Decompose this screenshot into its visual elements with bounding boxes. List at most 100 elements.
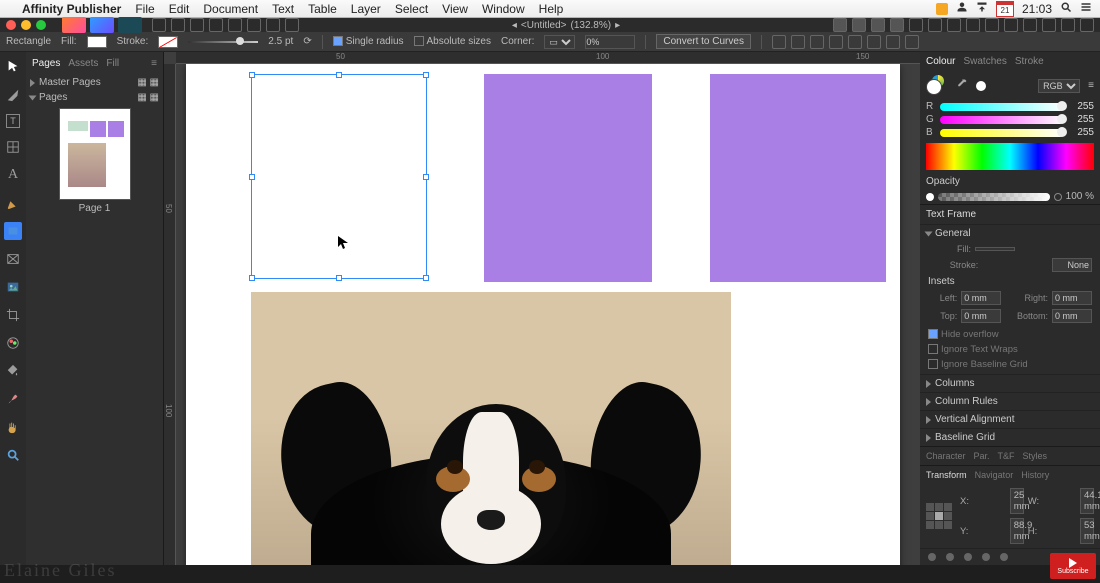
menu-text[interactable]: Text bbox=[272, 2, 294, 16]
frame-stroke-value[interactable]: None bbox=[1052, 258, 1092, 272]
vector-brush-tool-icon[interactable] bbox=[4, 334, 22, 352]
crop-tool-icon[interactable] bbox=[4, 306, 22, 324]
stroke-refresh-icon[interactable]: ⟳ bbox=[303, 36, 311, 47]
pages-row[interactable]: Pages▦ ▦ bbox=[30, 90, 159, 105]
calendar-icon[interactable]: 21 bbox=[996, 1, 1014, 17]
artboard[interactable] bbox=[186, 64, 900, 565]
selection-handle[interactable] bbox=[423, 275, 429, 281]
master-pages-row[interactable]: Master Pages▦ ▦ bbox=[30, 75, 159, 90]
align-icon[interactable] bbox=[1004, 18, 1018, 32]
document-title[interactable]: ◂ <Untitled> (132.8%) ▸ bbox=[512, 20, 620, 31]
tab-pages[interactable]: Pages bbox=[32, 58, 60, 69]
zoom-tool-icon[interactable] bbox=[4, 446, 22, 464]
menu-table[interactable]: Table bbox=[308, 2, 337, 16]
close-window-icon[interactable] bbox=[6, 20, 16, 30]
ignore-wraps-checkbox[interactable]: Ignore Text Wraps bbox=[928, 342, 1092, 357]
green-value[interactable]: 255 bbox=[1068, 114, 1094, 125]
menu-extra-icon[interactable] bbox=[936, 3, 948, 15]
tab-styles[interactable]: Styles bbox=[1023, 451, 1048, 461]
absolute-sizes-checkbox[interactable]: Absolute sizes bbox=[414, 36, 491, 47]
text-frame-tool-icon[interactable]: T bbox=[6, 114, 20, 128]
color-mode-select[interactable]: RGB bbox=[1038, 79, 1080, 93]
convert-to-curves-button[interactable]: Convert to Curves bbox=[656, 34, 751, 49]
align-icon[interactable] bbox=[966, 18, 980, 32]
ctx-align-icon[interactable] bbox=[905, 35, 919, 49]
selection-handle[interactable] bbox=[423, 72, 429, 78]
arrange-icon[interactable] bbox=[852, 18, 866, 32]
zoom-window-icon[interactable] bbox=[36, 20, 46, 30]
align-icon[interactable] bbox=[1061, 18, 1075, 32]
corner-style-select[interactable]: ▭ bbox=[544, 35, 575, 49]
frame-fill-swatch[interactable] bbox=[975, 247, 1015, 251]
ctx-align-icon[interactable] bbox=[791, 35, 805, 49]
rectangle-tool-icon[interactable] bbox=[4, 222, 22, 240]
tab-assets[interactable]: Assets bbox=[68, 58, 98, 69]
ruler-vertical[interactable]: 50 100 bbox=[164, 64, 176, 565]
persona-publisher[interactable] bbox=[62, 17, 86, 33]
align-icon[interactable] bbox=[947, 18, 961, 32]
selection-handle[interactable] bbox=[336, 72, 342, 78]
transform-w-input[interactable]: 44.1 mm bbox=[1080, 488, 1094, 514]
transform-h-input[interactable]: 53 mm bbox=[1080, 518, 1094, 544]
menu-view[interactable]: View bbox=[442, 2, 468, 16]
hide-overflow-checkbox[interactable]: Hide overflow bbox=[928, 327, 1092, 342]
single-radius-checkbox[interactable]: Single radius bbox=[333, 36, 404, 47]
align-icon[interactable] bbox=[928, 18, 942, 32]
toolbar-icon[interactable] bbox=[171, 18, 185, 32]
user-icon[interactable] bbox=[956, 1, 968, 16]
fill-tool-icon[interactable] bbox=[4, 362, 22, 380]
menu-document[interactable]: Document bbox=[203, 2, 258, 16]
panel-menu-icon[interactable]: ≡ bbox=[1088, 80, 1094, 91]
inset-top-input[interactable]: 0 mm bbox=[961, 309, 1001, 323]
ctx-align-icon[interactable] bbox=[867, 35, 881, 49]
selection-handle[interactable] bbox=[336, 275, 342, 281]
tab-swatches[interactable]: Swatches bbox=[963, 56, 1006, 67]
menu-help[interactable]: Help bbox=[539, 2, 564, 16]
tab-paragraph[interactable]: Par. bbox=[974, 451, 990, 461]
baseline-grid-section[interactable]: Baseline Grid bbox=[920, 428, 1100, 446]
blue-value[interactable]: 255 bbox=[1068, 127, 1094, 138]
toolbar-icon[interactable] bbox=[209, 18, 223, 32]
inset-right-input[interactable]: 0 mm bbox=[1052, 291, 1092, 305]
pan-tool-icon[interactable] bbox=[4, 418, 22, 436]
opacity-value[interactable]: 100 % bbox=[1066, 191, 1094, 202]
tab-transform[interactable]: Transform bbox=[926, 470, 967, 480]
tab-history[interactable]: History bbox=[1021, 470, 1049, 480]
menu-hamburger-icon[interactable] bbox=[1080, 1, 1092, 16]
tab-navigator[interactable]: Navigator bbox=[975, 470, 1014, 480]
toolbar-icon[interactable] bbox=[190, 18, 204, 32]
inset-left-input[interactable]: 0 mm bbox=[961, 291, 1001, 305]
ctx-align-icon[interactable] bbox=[772, 35, 786, 49]
page-thumbnail[interactable] bbox=[60, 109, 130, 199]
persona-photo[interactable] bbox=[118, 17, 142, 33]
menu-file[interactable]: File bbox=[135, 2, 154, 16]
transform-x-input[interactable]: 25 mm bbox=[1010, 488, 1024, 514]
align-icon[interactable] bbox=[1042, 18, 1056, 32]
color-spectrum[interactable] bbox=[926, 143, 1094, 170]
doc-chevron-right-icon[interactable]: ▸ bbox=[615, 20, 620, 31]
tab-stroke[interactable]: Stroke bbox=[1015, 56, 1044, 67]
doc-chevron-left-icon[interactable]: ◂ bbox=[512, 20, 517, 31]
selection-handle[interactable] bbox=[249, 174, 255, 180]
red-slider[interactable] bbox=[940, 103, 1064, 111]
stroke-width-value[interactable]: 2.5 pt bbox=[268, 36, 293, 47]
arrange-icon[interactable] bbox=[890, 18, 904, 32]
menu-window[interactable]: Window bbox=[482, 2, 525, 16]
stroke-swatch-none[interactable] bbox=[158, 36, 178, 48]
toolbar-icon[interactable] bbox=[228, 18, 242, 32]
table-tool-icon[interactable] bbox=[4, 138, 22, 156]
transparency-tool-icon[interactable] bbox=[4, 390, 22, 408]
dog-image[interactable] bbox=[251, 292, 731, 565]
tab-fill[interactable]: Fill bbox=[106, 58, 119, 69]
arrange-icon[interactable] bbox=[871, 18, 885, 32]
ctx-align-icon[interactable] bbox=[829, 35, 843, 49]
canvas[interactable]: 50 100 150 50 100 bbox=[164, 52, 920, 565]
align-icon[interactable] bbox=[985, 18, 999, 32]
fill-swatch[interactable] bbox=[87, 36, 107, 48]
tab-character[interactable]: Character bbox=[926, 451, 966, 461]
ctx-align-icon[interactable] bbox=[886, 35, 900, 49]
inset-bottom-input[interactable]: 0 mm bbox=[1052, 309, 1092, 323]
place-image-tool-icon[interactable] bbox=[4, 278, 22, 296]
youtube-subscribe-button[interactable]: Subscribe bbox=[1050, 553, 1096, 579]
node-tool-icon[interactable] bbox=[4, 86, 22, 104]
